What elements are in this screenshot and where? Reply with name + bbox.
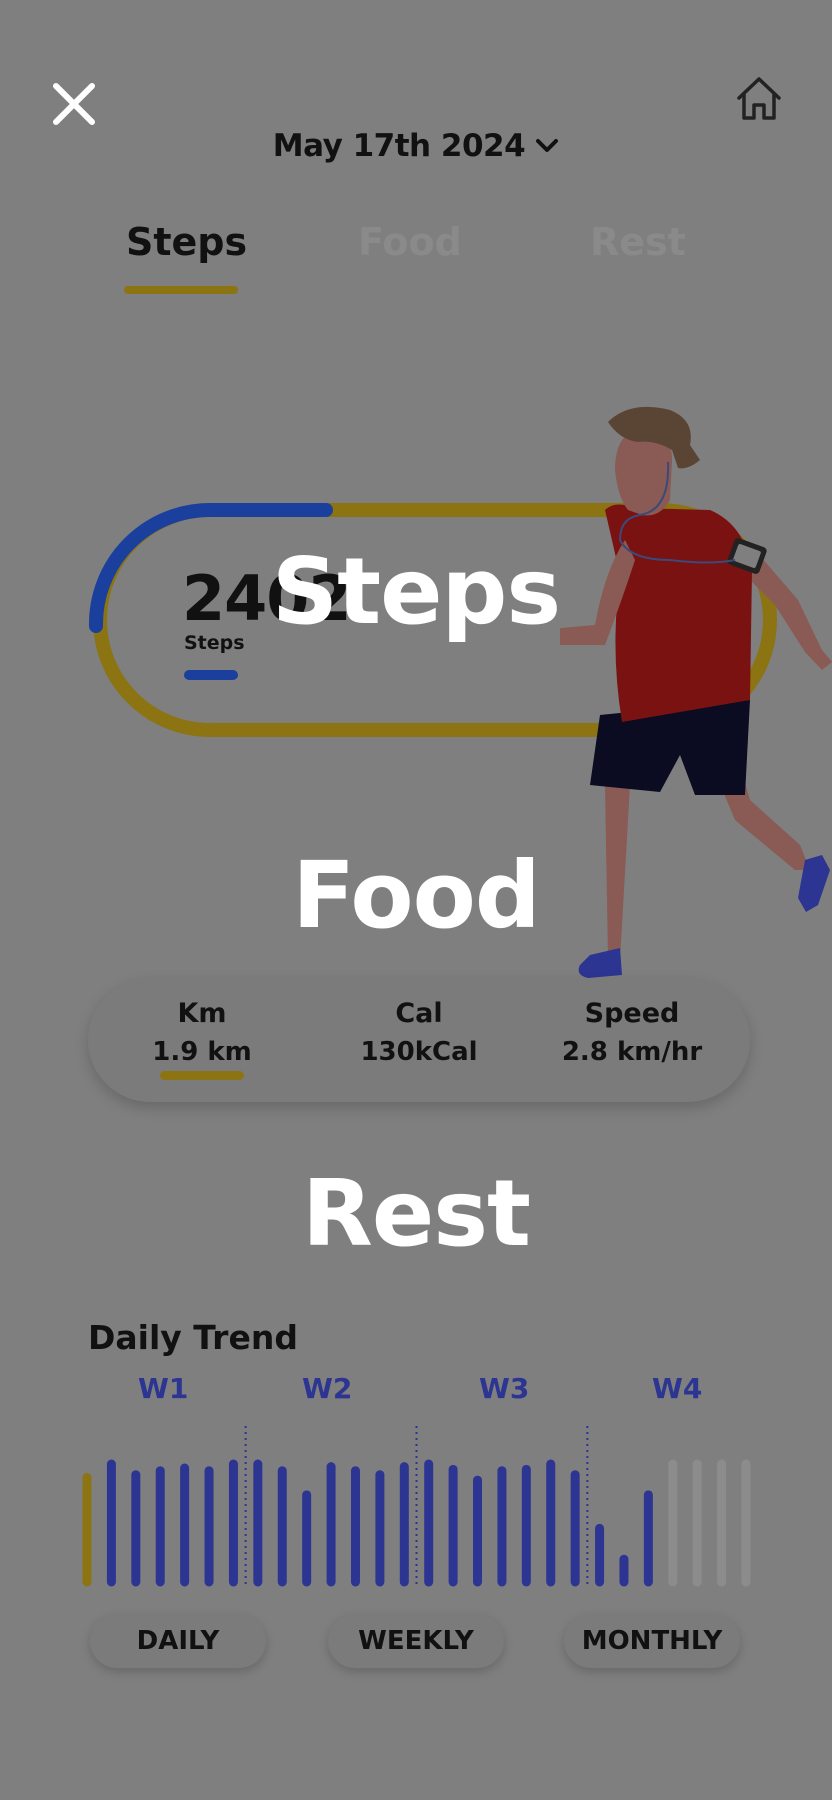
range-daily-button[interactable]: DAILY bbox=[90, 1614, 266, 1668]
range-weekly-button[interactable]: WEEKLY bbox=[328, 1614, 504, 1668]
range-monthly-button[interactable]: MONTHLY bbox=[564, 1614, 740, 1668]
activity-screen: May 17th 2024 Steps Food Rest 2402 Steps bbox=[0, 0, 832, 1800]
daily-trend-chart bbox=[82, 1426, 751, 1587]
